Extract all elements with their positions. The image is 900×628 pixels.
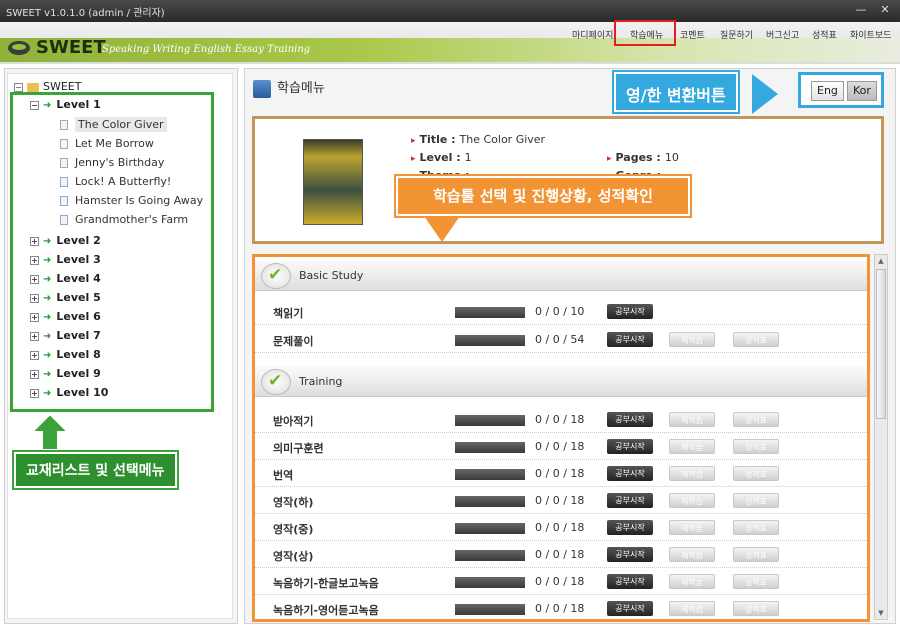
nav-whiteboard[interactable]: 화이트보드 (850, 28, 891, 41)
progress-bar (455, 442, 525, 453)
scroll-thumb[interactable] (876, 269, 886, 419)
section-basic-study: Basic Study (255, 261, 867, 291)
check-icon (261, 263, 291, 289)
minimize-button[interactable]: — (854, 3, 868, 17)
check-icon (261, 369, 291, 395)
study-tools-panel: Basic Study 책읽기 0 / 0 / 10 공부시작 문제풀이 0 /… (252, 254, 870, 622)
start-study-button[interactable]: 공부시작 (607, 304, 653, 319)
restudy-button[interactable]: 재학습 (669, 520, 715, 535)
tree-annotation-label: 교재리스트 및 선택메뉴 (14, 452, 177, 488)
restudy-button[interactable]: 재학습 (669, 547, 715, 562)
lang-annotation-label: 영/한 변환버튼 (614, 72, 738, 112)
brand-tagline: Speaking Writing English Essay Training (102, 44, 311, 55)
start-study-button[interactable]: 공부시작 (607, 547, 653, 562)
study-row: 영작(하) 0 / 0 / 18 공부시작 재학습 성적표 (255, 488, 867, 514)
study-row: 받아적기 0 / 0 / 18 공부시작 재학습 성적표 (255, 407, 867, 433)
study-row: 문제풀이 0 / 0 / 54 공부시작 재학습 성적표 (255, 327, 867, 353)
scroll-down-icon[interactable]: ▼ (875, 607, 887, 619)
restudy-button[interactable]: 재학습 (669, 412, 715, 427)
study-annotation-arrow (424, 216, 460, 242)
book-icon (253, 79, 271, 98)
nav-my-page[interactable]: 마디페이지 (572, 28, 613, 41)
section-training: Training (255, 367, 867, 397)
brand-name: SWEET (36, 37, 106, 58)
active-menu-highlight (614, 20, 676, 46)
progress-bar (455, 523, 525, 534)
report-card-button[interactable]: 성적표 (733, 412, 779, 427)
progress-bar (455, 415, 525, 426)
start-study-button[interactable]: 공부시작 (607, 439, 653, 454)
study-row: 녹음하기-한글보고녹음 0 / 0 / 18 공부시작 재학습 성적표 (255, 569, 867, 595)
nav-bug-report[interactable]: 버그신고 (766, 28, 799, 41)
report-card-button[interactable]: 성적표 (733, 520, 779, 535)
tree-annotation-frame (10, 92, 214, 412)
window-title: SWEET v1.0.1.0 (admin / 관리자) (6, 8, 165, 19)
study-annotation-label: 학습툴 선택 및 진행상황, 성적확인 (396, 176, 690, 216)
lang-switch: Eng Kor (798, 72, 884, 108)
nav-report-card[interactable]: 성적표 (812, 28, 837, 41)
restudy-button[interactable]: 재학습 (669, 332, 715, 347)
book-cover-image (303, 139, 363, 225)
tree-annotation-arrow (30, 412, 70, 451)
scroll-up-icon[interactable]: ▲ (875, 255, 887, 267)
report-card-button[interactable]: 성적표 (733, 574, 779, 589)
report-card-button[interactable]: 성적표 (733, 439, 779, 454)
start-study-button[interactable]: 공부시작 (607, 412, 653, 427)
progress-bar (455, 307, 525, 318)
lang-kor-button[interactable]: Kor (847, 81, 877, 101)
study-row: 의미구훈련 0 / 0 / 18 공부시작 재학습 성적표 (255, 434, 867, 460)
logo-icon (8, 41, 30, 55)
restudy-button[interactable]: 재학습 (669, 574, 715, 589)
start-study-button[interactable]: 공부시작 (607, 466, 653, 481)
collapse-icon[interactable]: − (14, 82, 23, 92)
start-study-button[interactable]: 공부시작 (607, 332, 653, 347)
folder-icon (27, 82, 39, 92)
progress-bar (455, 550, 525, 561)
start-study-button[interactable]: 공부시작 (607, 601, 653, 616)
report-card-button[interactable]: 성적표 (733, 547, 779, 562)
restudy-button[interactable]: 재학습 (669, 493, 715, 508)
info-level: ▸ Level :1 (411, 151, 472, 164)
lang-annotation-arrow (752, 74, 778, 114)
window-titlebar: SWEET v1.0.1.0 (admin / 관리자) — ✕ (0, 0, 900, 22)
close-button[interactable]: ✕ (878, 3, 892, 17)
nav-comment[interactable]: 코멘트 (680, 28, 705, 41)
report-card-button[interactable]: 성적표 (733, 601, 779, 616)
study-scrollbar[interactable]: ▲ ▼ (874, 254, 888, 620)
study-row: 영작(상) 0 / 0 / 18 공부시작 재학습 성적표 (255, 542, 867, 568)
start-study-button[interactable]: 공부시작 (607, 520, 653, 535)
progress-bar (455, 604, 525, 615)
restudy-button[interactable]: 재학습 (669, 601, 715, 616)
progress-bar (455, 496, 525, 507)
study-row: 번역 0 / 0 / 18 공부시작 재학습 성적표 (255, 461, 867, 487)
app-header: SWEET Speaking Writing English Essay Tra… (0, 22, 900, 64)
report-card-button[interactable]: 성적표 (733, 466, 779, 481)
progress-bar (455, 469, 525, 480)
lang-eng-button[interactable]: Eng (811, 81, 844, 101)
restudy-button[interactable]: 재학습 (669, 466, 715, 481)
start-study-button[interactable]: 공부시작 (607, 574, 653, 589)
report-card-button[interactable]: 성적표 (733, 332, 779, 347)
info-pages: ▸ Pages :10 (607, 151, 679, 164)
start-study-button[interactable]: 공부시작 (607, 493, 653, 508)
progress-bar (455, 335, 525, 346)
info-title: ▸ Title : The Color Giver (411, 133, 546, 146)
study-row: 책읽기 0 / 0 / 10 공부시작 (255, 299, 867, 325)
report-card-button[interactable]: 성적표 (733, 493, 779, 508)
study-row: 영작(중) 0 / 0 / 18 공부시작 재학습 성적표 (255, 515, 867, 541)
study-row: 녹음하기-영어듣고녹음 0 / 0 / 18 공부시작 재학습 성적표 (255, 596, 867, 619)
nav-question[interactable]: 질문하기 (720, 28, 753, 41)
progress-bar (455, 577, 525, 588)
main-heading: 학습메뉴 (253, 77, 325, 98)
restudy-button[interactable]: 재학습 (669, 439, 715, 454)
